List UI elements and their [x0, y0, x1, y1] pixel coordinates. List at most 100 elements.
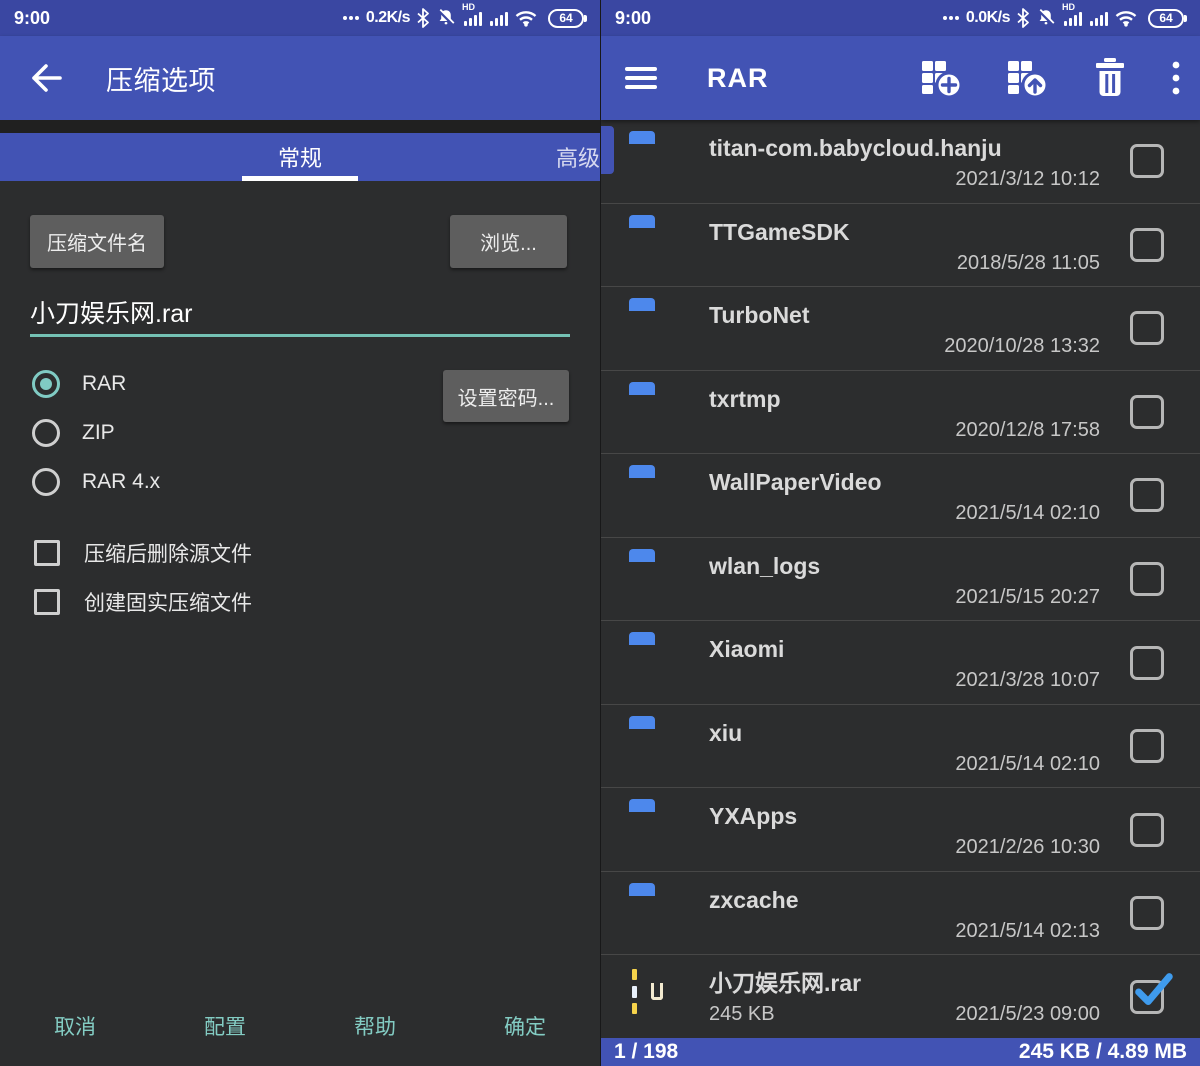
- wifi-icon: [1115, 11, 1137, 27]
- file-row[interactable]: wlan_logs 2021/5/15 20:27: [601, 536, 1200, 621]
- browse-button[interactable]: 浏览...: [450, 215, 567, 268]
- add-archive-button[interactable]: [918, 55, 964, 101]
- file-row[interactable]: TTGameSDK 2018/5/28 11:05: [601, 202, 1200, 287]
- radio-format-rar[interactable]: RAR: [32, 367, 126, 401]
- file-date: 2021/5/14 02:13: [955, 919, 1100, 942]
- clock: 9:00: [615, 7, 652, 28]
- archive-name-button[interactable]: 压缩文件名: [30, 215, 164, 268]
- file-checkbox[interactable]: [1130, 896, 1164, 931]
- delete-button[interactable]: [1090, 56, 1130, 100]
- data-activity-icon: [942, 16, 959, 20]
- file-icon-slot: [629, 955, 709, 1038]
- bluetooth-icon: [417, 8, 429, 28]
- page-title: 压缩选项: [106, 65, 216, 96]
- file-info: wlan_logs 2021/5/15 20:27: [709, 538, 1100, 621]
- file-checkbox[interactable]: [1130, 729, 1164, 764]
- file-icon-slot: [629, 454, 709, 537]
- file-name: TurboNet: [709, 302, 810, 329]
- checkbox-delete-source[interactable]: 压缩后删除源文件: [34, 537, 252, 569]
- file-info: zxcache 2021/5/14 02:13: [709, 872, 1100, 955]
- network-speed: 0.2K/s: [365, 9, 411, 26]
- scrollbar-thumb[interactable]: [601, 126, 614, 174]
- file-info: WallPaperVideo 2021/5/14 02:10: [709, 454, 1100, 537]
- file-row[interactable]: YXApps 2021/2/26 10:30: [601, 787, 1200, 871]
- mute-bell-icon: [1037, 8, 1055, 26]
- file-name: YXApps: [709, 803, 798, 830]
- file-row[interactable]: 小刀娱乐网.rar 245 KB 2021/5/23 09:00: [601, 954, 1200, 1038]
- file-checkbox[interactable]: [1130, 812, 1164, 847]
- radio-format-zip[interactable]: ZIP: [32, 416, 115, 450]
- file-row[interactable]: Xiaomi 2021/3/28 10:07: [601, 620, 1200, 704]
- extract-archive-button[interactable]: [1004, 55, 1050, 101]
- file-checkbox[interactable]: [1130, 311, 1164, 346]
- status-bar: 9:00 0.0K/s HD 64: [601, 0, 1200, 36]
- archive-name-input[interactable]: 小刀娱乐网.rar: [30, 294, 570, 330]
- ok-button[interactable]: 确定: [450, 1003, 600, 1049]
- file-row[interactable]: txrtmp 2020/12/8 17:58: [601, 369, 1200, 454]
- file-name: txrtmp: [709, 385, 781, 412]
- back-button[interactable]: [22, 58, 62, 98]
- data-activity-icon: [342, 16, 359, 20]
- wifi-icon: [515, 11, 537, 27]
- file-checkbox[interactable]: [1130, 394, 1164, 429]
- file-date: 2021/3/12 10:12: [955, 168, 1100, 190]
- cancel-button[interactable]: 取消: [0, 1003, 150, 1049]
- set-password-button[interactable]: 设置密码...: [443, 370, 569, 422]
- file-checkbox[interactable]: [1130, 645, 1164, 680]
- file-name: xiu: [709, 719, 743, 746]
- tab-general[interactable]: 常规: [230, 133, 370, 181]
- file-date: 2020/10/28 13:32: [944, 335, 1100, 358]
- file-row[interactable]: WallPaperVideo 2021/5/14 02:10: [601, 453, 1200, 537]
- file-name: WallPaperVideo: [709, 469, 882, 496]
- help-button[interactable]: 帮助: [300, 1003, 450, 1049]
- file-info: 小刀娱乐网.rar 245 KB 2021/5/23 09:00: [709, 955, 1100, 1038]
- file-checkbox[interactable]: [1130, 144, 1164, 179]
- file-info: txrtmp 2020/12/8 17:58: [709, 371, 1100, 454]
- profiles-button[interactable]: 配置: [150, 1003, 300, 1049]
- file-icon-slot: [629, 705, 709, 788]
- file-checkbox[interactable]: [1130, 562, 1164, 596]
- app-bar: 压缩选项: [0, 36, 600, 120]
- file-list: titan-com.babycloud.hanju 2021/3/12 10:1…: [601, 120, 1200, 1038]
- overflow-menu-button[interactable]: [1170, 59, 1182, 97]
- tab-advanced[interactable]: 高级: [556, 133, 600, 181]
- archive-extract-icon: [1008, 61, 1049, 99]
- file-checkbox[interactable]: [1130, 478, 1164, 513]
- battery-icon: 64: [1148, 8, 1187, 28]
- file-checkbox[interactable]: [1130, 227, 1164, 262]
- file-row[interactable]: TurboNet 2020/10/28 13:32: [601, 286, 1200, 370]
- archive-add-icon: [922, 61, 963, 99]
- file-name: 小刀娱乐网.rar: [709, 970, 862, 997]
- file-row[interactable]: titan-com.babycloud.hanju 2021/3/12 10:1…: [601, 120, 1200, 203]
- radio-format-rar4x[interactable]: RAR 4.x: [32, 465, 160, 499]
- mute-bell-icon: [437, 8, 455, 26]
- file-date: 2021/5/23 09:00: [955, 1003, 1100, 1026]
- file-icon-slot: [629, 204, 709, 287]
- file-name: TTGameSDK: [709, 218, 850, 245]
- file-row[interactable]: zxcache 2021/5/14 02:13: [601, 870, 1200, 955]
- file-date: 2021/3/28 10:07: [955, 669, 1100, 692]
- overflow-dots-icon: [1172, 61, 1180, 95]
- file-icon-slot: [629, 287, 709, 370]
- file-date: 2018/5/28 11:05: [956, 251, 1100, 274]
- file-date: 2021/5/15 20:27: [955, 585, 1100, 608]
- checkbox-solid-archive[interactable]: 创建固实压缩文件: [34, 586, 252, 618]
- dual-screenshot: 9:00 0.2K/s HD 64 压缩选项 常规 高级 压缩文件名 浏览...…: [0, 0, 1200, 1066]
- file-row[interactable]: xiu 2021/5/14 02:10: [601, 703, 1200, 788]
- selection-size: 245 KB / 4.89 MB: [1018, 1040, 1187, 1063]
- status-icons: 0.2K/s HD 64: [342, 2, 588, 28]
- menu-button[interactable]: [623, 64, 659, 92]
- trash-icon: [1096, 58, 1124, 96]
- input-underline: [30, 334, 570, 337]
- file-checkbox[interactable]: [1130, 972, 1173, 1014]
- status-bar: 9:00 0.2K/s HD 64: [0, 0, 600, 36]
- network-speed: 0.0K/s: [965, 9, 1011, 26]
- file-info: Xiaomi 2021/3/28 10:07: [709, 621, 1100, 704]
- tab-bar: 常规 高级: [0, 133, 600, 181]
- active-tab-indicator: [242, 176, 358, 181]
- file-name: wlan_logs: [709, 552, 821, 579]
- radio-icon: [32, 370, 60, 398]
- bluetooth-icon: [1017, 8, 1029, 28]
- file-icon-slot: [629, 120, 709, 203]
- status-icons: 0.0K/s HD 64: [942, 2, 1188, 28]
